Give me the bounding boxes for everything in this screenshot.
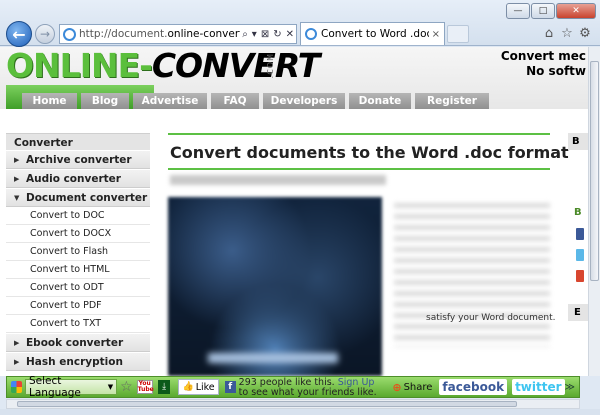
sidebar-category-document[interactable]: ▼ Document converter [6,188,150,207]
tab-close-icon[interactable]: × [432,29,440,40]
chevron-right-icon: ▶ [14,155,20,164]
sidebar-category-audio[interactable]: ▶ Audio converter [6,169,150,188]
address-dropdown-icon[interactable]: ▾ [252,29,257,40]
page-viewport: ONLINE-CONVERT .COM Convert mec No softw… [0,47,588,376]
sidebar-category-hash[interactable]: ▶ Hash encryption [6,352,150,371]
thumbs-up-icon: 👍 [182,382,194,392]
like-count-text: 293 people like this. Sign Up to see wha… [238,377,377,398]
window-controls: — □ ✕ [505,3,596,19]
sidebar-heading: Converter [6,133,150,150]
sidebar-item-flash[interactable]: Convert to Flash [6,243,150,261]
facebook-button[interactable]: facebook [439,379,508,395]
close-button[interactable]: ✕ [556,3,596,19]
right-b-text: B [574,207,582,218]
sidebar-item-odt[interactable]: Convert to ODT [6,279,150,297]
title-rule-bottom [168,168,550,170]
maximize-button[interactable]: □ [531,3,555,19]
active-tab[interactable]: Convert to Word .doc for... × [300,22,445,45]
nav-home[interactable]: Home [22,93,77,109]
select-language-dropdown[interactable]: Select Language ▼ [25,375,118,399]
site-tagline: Convert mec No softw [500,49,586,78]
blurred-ad-line [170,175,386,185]
browser-tools: ⌂ ☆ ⚙ [540,26,594,41]
bottom-toolbar: Select Language ▼ ☆ You Tube ⤓ 👍 Like f … [6,375,580,399]
facebook-small-icon: f [224,381,236,393]
chevron-right-icon: ▶ [14,338,20,347]
sidebar-item-doc[interactable]: Convert to DOC [6,207,150,225]
bookmark-star-icon[interactable]: ☆ [120,379,133,395]
converter-sidebar: Converter ▶ Archive converter ▶ Audio conve… [6,133,150,376]
share-button[interactable]: ⊕ Share [389,376,435,398]
chevron-down-icon: ▼ [14,193,20,202]
new-tab-button[interactable] [447,25,469,43]
tab-title: Convert to Word .doc for... [321,28,429,40]
status-bar [0,409,600,415]
star-icon[interactable]: ☆ [558,26,576,41]
search-icon[interactable]: ⌕ [242,29,248,40]
stop-icon[interactable]: ✕ [286,29,294,40]
twitter-button[interactable]: twitter [512,379,565,395]
facebook-like-button[interactable]: 👍 Like [178,379,219,395]
sidebar-category-archive[interactable]: ▶ Archive converter [6,150,150,169]
twitter-icon[interactable] [576,249,584,261]
sidebar-item-html[interactable]: Convert to HTML [6,261,150,279]
sidebar-item-txt[interactable]: Convert to TXT [6,315,150,333]
chevron-right-icon: ▶ [14,357,20,366]
google-plus-icon[interactable] [576,270,584,282]
right-e-heading: E [568,304,588,321]
browser-chrome: — □ ✕ ← → http://document.online-convert… [0,0,600,47]
sidebar-category-ebook[interactable]: ▶ Ebook converter [6,333,150,352]
logo-dotcom: .COM [266,53,275,79]
header-spacer [0,109,588,131]
blurred-text-block [394,197,550,347]
dropdown-arrow-icon: ▼ [107,383,114,391]
refresh-icon[interactable]: ↻ [273,29,281,40]
sidebar-item-pdf[interactable]: Convert to PDF [6,297,150,315]
minimize-button[interactable]: — [506,3,530,19]
chevron-right-icon: ▶ [14,174,20,183]
nav-advertise[interactable]: Advertise [133,93,207,109]
blurred-hero-image [168,197,382,376]
horizontal-scrollbar[interactable] [6,399,580,409]
right-sidebar: B B E [568,133,588,376]
download-icon[interactable]: ⤓ [157,380,171,394]
intro-snippet: satisfy your Word document. [426,313,556,323]
youtube-icon[interactable]: You Tube [136,380,154,394]
nav-donate[interactable]: Donate [349,93,411,109]
forward-button[interactable]: → [35,24,55,44]
collapse-toolbar-icon[interactable]: ≫ [565,382,579,393]
tab-ie-icon [305,28,317,40]
google-translate-icon [11,381,22,393]
ie-page-icon [63,27,76,41]
back-button[interactable]: ← [6,21,32,47]
main-nav: Home Blog Advertise FAQ Developers Donate Regi… [0,93,588,109]
gear-icon[interactable]: ⚙ [576,26,594,41]
address-url[interactable]: http://document.online-convert.com/c [79,28,240,40]
main-content: Convert documents to the Word .doc forma… [168,133,569,376]
share-plus-icon: ⊕ [392,380,402,394]
site-header: ONLINE-CONVERT .COM Convert mec No softw… [0,47,588,109]
nav-register[interactable]: Register [415,93,489,109]
nav-faq[interactable]: FAQ [211,93,259,109]
facebook-icon[interactable] [576,228,584,240]
title-rule-top [168,133,550,135]
compatibility-icon[interactable]: ⊠ [261,29,269,40]
home-icon[interactable]: ⌂ [540,26,558,41]
right-heading: B [568,133,588,150]
vertical-scrollbar[interactable] [588,47,600,376]
sidebar-item-docx[interactable]: Convert to DOCX [6,225,150,243]
nav-developers[interactable]: Developers [263,93,345,109]
address-bar[interactable]: http://document.online-convert.com/c ⌕ ▾… [59,24,297,44]
page-title: Convert documents to the Word .doc forma… [170,143,569,162]
nav-blog[interactable]: Blog [81,93,129,109]
